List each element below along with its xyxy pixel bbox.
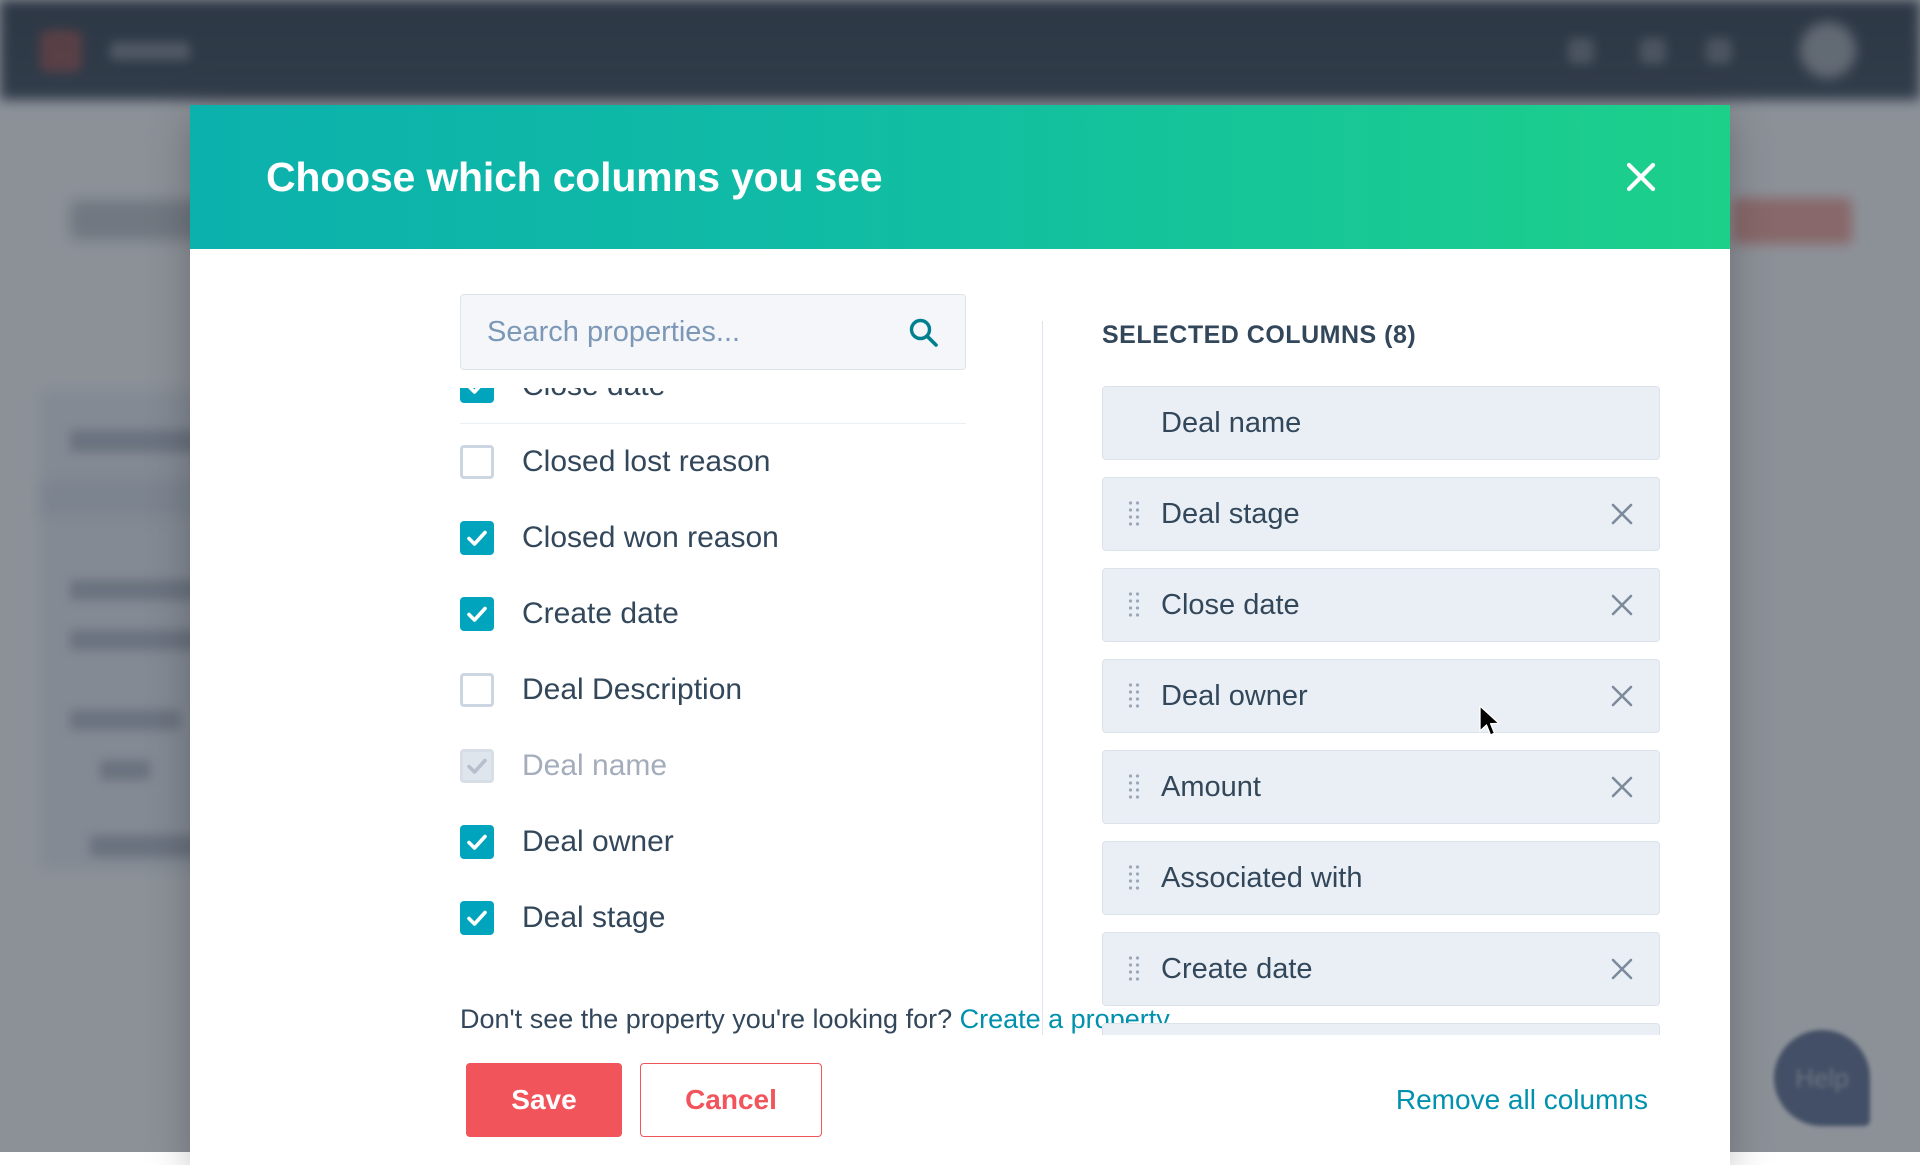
remove-column-icon[interactable] — [1607, 681, 1637, 711]
modal-header: Choose which columns you see — [190, 105, 1730, 249]
selected-column-chip[interactable]: Close date — [1102, 568, 1660, 642]
property-label: Deal Description — [522, 673, 742, 707]
property-checkbox[interactable] — [460, 445, 494, 479]
search-input[interactable] — [461, 295, 965, 369]
property-checkbox[interactable] — [460, 521, 494, 555]
selected-columns-pane: SELECTED COLUMNS (8) Deal name Deal stage… — [1042, 249, 1730, 1035]
drag-handle-icon[interactable] — [1121, 681, 1147, 711]
remove-all-columns-link[interactable]: Remove all columns — [1396, 1084, 1648, 1116]
properties-list: Close date Closed lost reason Closed won r… — [460, 388, 966, 956]
property-label: Closed lost reason — [522, 445, 770, 479]
selected-column-chip[interactable]: Deal stage — [1102, 477, 1660, 551]
property-row[interactable]: Create date — [460, 576, 966, 652]
property-row: Deal name — [460, 728, 966, 804]
create-property-helper: Don't see the property you're looking fo… — [190, 978, 1042, 1035]
property-row[interactable]: Deal owner — [460, 804, 966, 880]
selected-column-label: Deal stage — [1161, 498, 1300, 531]
property-label: Deal stage — [522, 901, 665, 935]
property-checkbox — [460, 749, 494, 783]
selected-column-chip[interactable]: Deal owner — [1102, 659, 1660, 733]
drag-handle-icon[interactable] — [1121, 590, 1147, 620]
selected-column-chip[interactable]: Amount — [1102, 750, 1660, 824]
property-checkbox[interactable] — [460, 388, 494, 403]
selected-column-label: Create date — [1161, 953, 1313, 986]
drag-handle-icon[interactable] — [1121, 954, 1147, 984]
property-label: Deal owner — [522, 825, 674, 859]
property-checkbox[interactable] — [460, 597, 494, 631]
footer-actions: Save Cancel — [466, 1063, 822, 1137]
property-row[interactable]: Closed won reason — [460, 500, 966, 576]
selected-column-label: Associated with — [1161, 862, 1363, 895]
property-label: Close date — [522, 388, 665, 403]
property-label: Closed won reason — [522, 521, 779, 555]
selected-column-label: Deal name — [1161, 407, 1301, 440]
selected-column-label: Amount — [1161, 771, 1261, 804]
search-icon[interactable] — [905, 314, 941, 350]
selected-column-chip[interactable]: Close date — [1102, 1023, 1660, 1035]
property-label: Create date — [522, 597, 679, 631]
property-row[interactable]: Closed lost reason — [460, 424, 966, 500]
remove-column-icon[interactable] — [1607, 590, 1637, 620]
close-icon[interactable] — [1614, 150, 1668, 204]
selected-column-label: Close date — [1161, 589, 1300, 622]
cancel-button[interactable]: Cancel — [640, 1063, 822, 1137]
selected-columns-heading: SELECTED COLUMNS (8) — [1102, 321, 1730, 350]
property-row[interactable]: Deal Description — [460, 652, 966, 728]
search-box[interactable] — [460, 294, 966, 370]
save-button[interactable]: Save — [466, 1063, 622, 1137]
drag-handle-icon[interactable] — [1121, 863, 1147, 893]
selected-columns-list[interactable]: Deal name Deal stage Close date Deal owner A… — [1102, 386, 1730, 1035]
drag-handle-icon[interactable] — [1121, 772, 1147, 802]
properties-list-scroll[interactable]: Close date Closed lost reason Closed won r… — [460, 388, 966, 978]
selected-column-chip[interactable]: Create date — [1102, 932, 1660, 1006]
property-checkbox[interactable] — [460, 901, 494, 935]
property-row[interactable]: Deal stage — [460, 880, 966, 956]
selected-column-chip[interactable]: Associated with — [1102, 841, 1660, 915]
property-checkbox[interactable] — [460, 673, 494, 707]
modal-body: Close date Closed lost reason Closed won r… — [190, 249, 1730, 1035]
properties-pane: Close date Closed lost reason Closed won r… — [190, 249, 1042, 1035]
remove-column-icon[interactable] — [1607, 772, 1637, 802]
property-label: Deal name — [522, 749, 667, 783]
property-checkbox[interactable] — [460, 825, 494, 859]
drag-handle-icon[interactable] — [1121, 499, 1147, 529]
choose-columns-modal: Choose which columns you see — [190, 105, 1730, 1165]
selected-column-chip[interactable]: Deal name — [1102, 386, 1660, 460]
helper-text: Don't see the property you're looking fo… — [460, 1004, 952, 1034]
property-row[interactable]: Close date — [460, 388, 966, 424]
pane-divider — [1042, 321, 1043, 1035]
modal-title: Choose which columns you see — [266, 154, 882, 201]
search-properties-wrap — [460, 294, 966, 370]
remove-column-icon[interactable] — [1607, 499, 1637, 529]
modal-footer: Save Cancel Remove all columns — [190, 1035, 1730, 1165]
selected-column-label: Deal owner — [1161, 680, 1308, 713]
remove-column-icon[interactable] — [1607, 954, 1637, 984]
